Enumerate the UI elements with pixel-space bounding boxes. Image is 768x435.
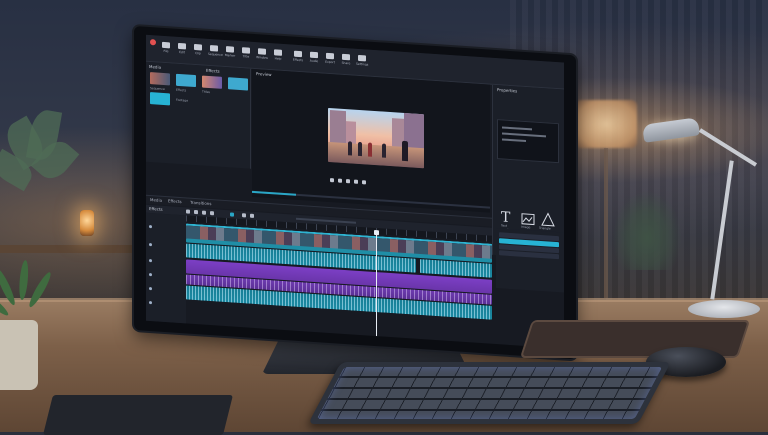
shape-label: Text <box>501 223 508 228</box>
tab-effects[interactable]: Effects <box>168 198 182 204</box>
track-visibility-icon[interactable] <box>149 242 152 247</box>
razor-tool-icon[interactable] <box>194 209 198 215</box>
shape-label: Image <box>521 224 531 230</box>
properties-box <box>497 119 559 164</box>
toolbar-share-button[interactable]: Share <box>340 53 352 65</box>
layers-panel <box>496 228 564 293</box>
background-plant-right <box>612 190 682 270</box>
preview-title: Preview <box>256 71 272 78</box>
desk-lamp-base <box>688 300 760 318</box>
keyboard <box>308 362 671 424</box>
properties-title: Properties <box>497 87 518 94</box>
image-tool-icon[interactable] <box>521 213 535 226</box>
media-item-label: Footage <box>176 97 189 103</box>
toolbar-settings-button[interactable]: Settings <box>356 54 368 67</box>
media-panel: Media Effects Sequence Effects Titles Fo… <box>146 61 251 169</box>
step-back-icon[interactable] <box>338 178 342 183</box>
track-audio-icon[interactable] <box>149 258 152 263</box>
media-thumbnail[interactable] <box>228 77 248 91</box>
tab-media[interactable]: Media <box>150 197 162 203</box>
toolbar-sequence-button[interactable]: Sequence <box>208 45 223 57</box>
media-thumbnail[interactable] <box>202 75 222 89</box>
app-logo-icon <box>150 39 156 46</box>
preview-panel: Preview <box>252 68 490 213</box>
toolbar-window-button[interactable]: Window <box>256 48 268 60</box>
skip-forward-icon[interactable] <box>362 180 366 185</box>
media-item-label: Sequence <box>150 86 165 92</box>
track-audio-icon[interactable] <box>149 300 152 305</box>
media-panel-tab[interactable]: Effects <box>206 68 220 74</box>
video-preview-frame <box>328 107 424 169</box>
track-audio-icon[interactable] <box>149 272 152 277</box>
toolbar-effects-button[interactable]: Effects <box>292 50 304 62</box>
floor-lamp-pole <box>604 148 608 298</box>
timeline-label: Effects <box>149 205 163 212</box>
media-item-label: Effects <box>176 87 187 93</box>
triangle-tool-icon[interactable] <box>541 212 555 227</box>
floor-lamp-shade <box>575 100 637 148</box>
select-tool-icon[interactable] <box>186 209 190 214</box>
step-forward-icon[interactable] <box>354 179 358 184</box>
skip-back-icon[interactable] <box>330 178 334 183</box>
candle-light <box>80 210 94 236</box>
monitor: File Edit Clip Sequence Marker Title Win… <box>134 26 576 360</box>
plant-pot <box>0 320 38 390</box>
wall-shelf <box>0 245 150 253</box>
marker-icon[interactable] <box>242 213 246 218</box>
media-thumbnail[interactable] <box>176 73 196 88</box>
media-item-label: Titles <box>202 89 210 95</box>
playhead-handle[interactable] <box>374 229 379 236</box>
potted-plant <box>0 255 54 325</box>
media-panel-title: Media <box>149 63 162 70</box>
link-icon[interactable] <box>250 213 254 218</box>
undo-icon[interactable] <box>202 210 206 215</box>
toolbar-file-button[interactable]: File <box>160 41 172 53</box>
tab-transitions[interactable]: Transitions <box>190 200 211 206</box>
background-plant-left <box>0 107 80 250</box>
playhead[interactable] <box>376 234 377 337</box>
toolbar-edit-button[interactable]: Edit <box>176 42 188 54</box>
media-thumbnail[interactable] <box>150 72 170 86</box>
track-headers <box>146 212 186 324</box>
toolbar-export-button[interactable]: Export <box>324 52 336 64</box>
play-icon[interactable] <box>346 179 350 184</box>
desk-notebook <box>43 395 233 435</box>
toolbar-marker-button[interactable]: Marker <box>224 46 236 58</box>
video-editor-screen: File Edit Clip Sequence Marker Title Win… <box>146 34 564 349</box>
toolbar-audio-button[interactable]: Audio <box>308 51 320 63</box>
toolbar-clip-button[interactable]: Clip <box>192 43 204 55</box>
track-visibility-icon[interactable] <box>149 224 152 229</box>
track-audio-icon[interactable] <box>149 286 152 291</box>
toolbar-title-button[interactable]: Title <box>240 47 252 59</box>
redo-icon[interactable] <box>210 211 214 216</box>
snap-icon[interactable] <box>230 212 234 217</box>
toolbar-help-button[interactable]: Help <box>272 49 284 61</box>
shape-label: Triangle <box>539 225 551 231</box>
play-clip-button[interactable] <box>150 92 170 106</box>
